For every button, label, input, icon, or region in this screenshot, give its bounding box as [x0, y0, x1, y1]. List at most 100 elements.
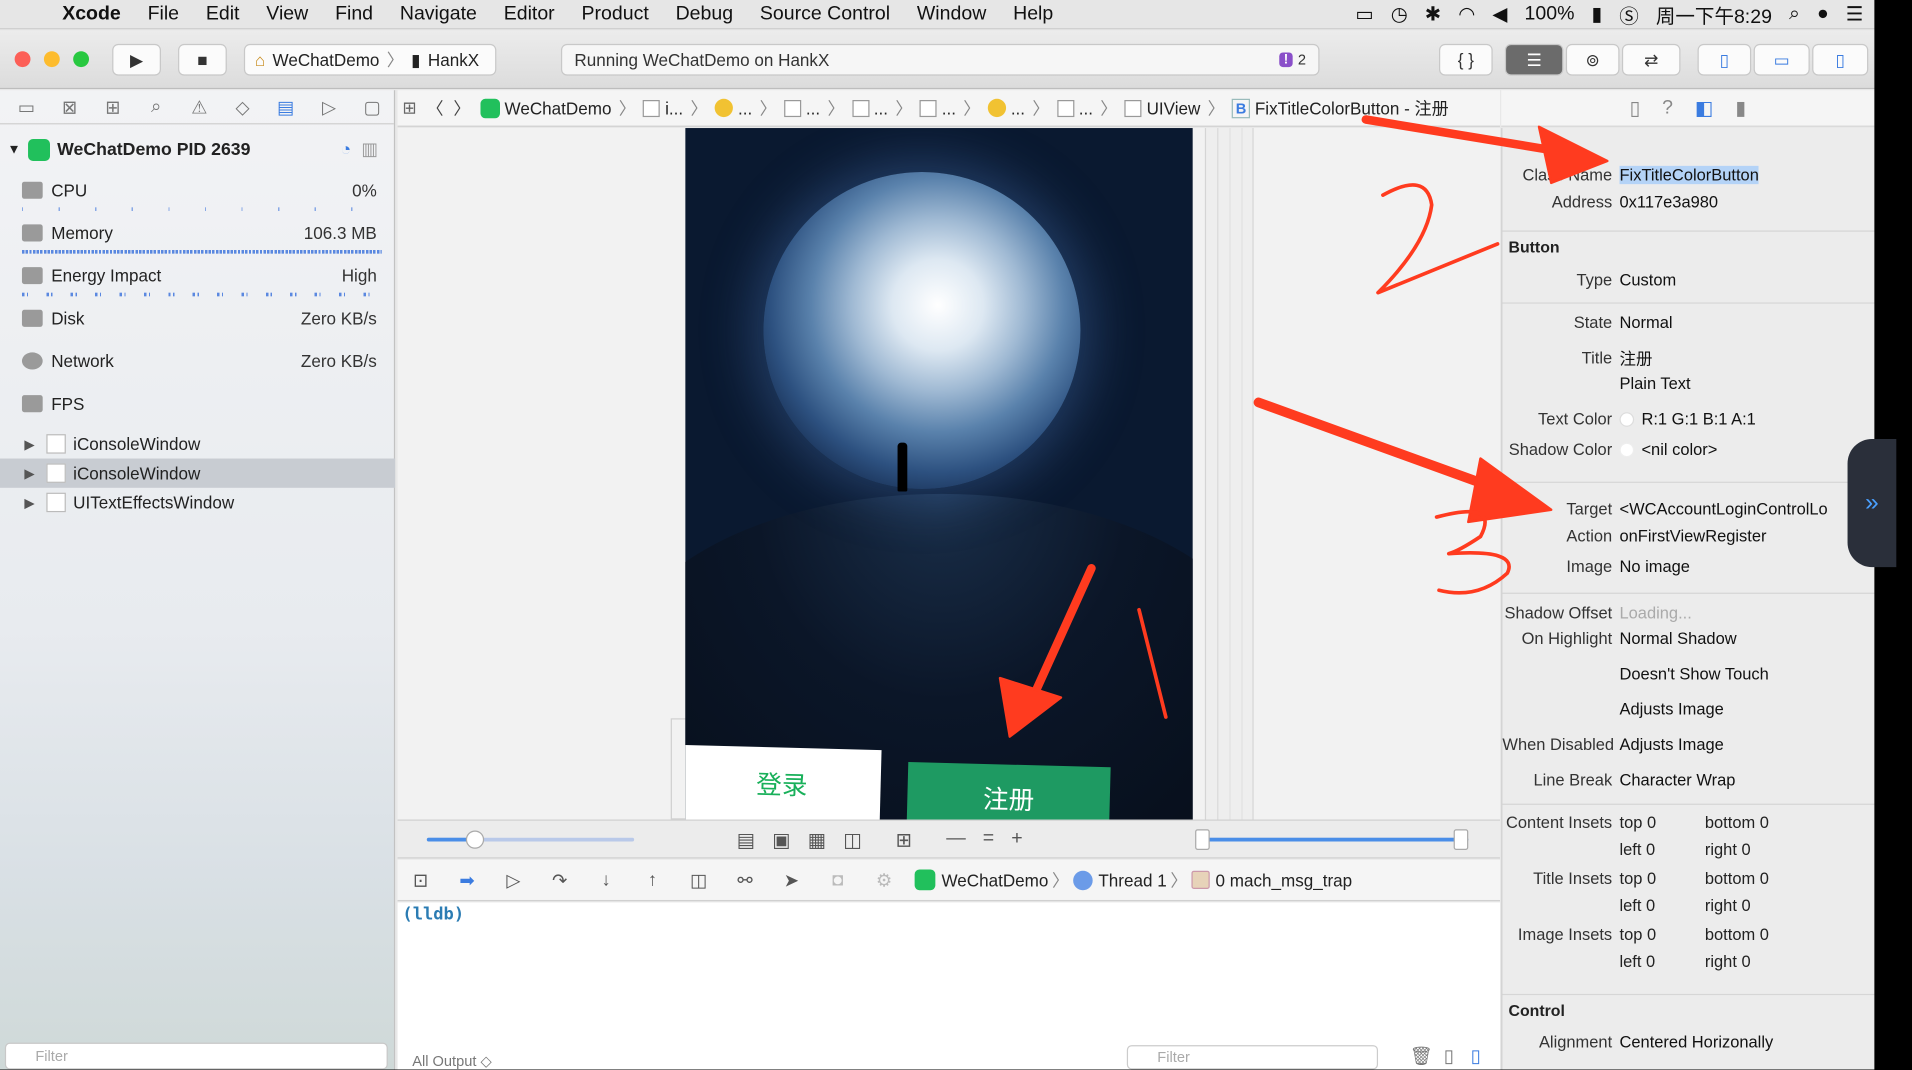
constraints-icon[interactable]: ⊞ — [896, 828, 912, 852]
hierarchy-icon[interactable]: ⊞ — [91, 96, 134, 118]
menu-editor[interactable]: Editor — [490, 3, 568, 25]
view-debugger-canvas[interactable]: 登录 注册 — [397, 128, 1500, 820]
bluetooth-icon[interactable]: ✱ — [1425, 2, 1441, 26]
memory-graph-icon[interactable]: ⚯ — [722, 869, 768, 891]
breakpoints-toggle-icon[interactable]: ➡ — [444, 869, 490, 891]
time-machine-icon[interactable]: ◷ — [1391, 2, 1408, 26]
crumb-app[interactable]: WeChatDemo — [475, 98, 616, 118]
app-s-icon[interactable]: Ⓢ — [1619, 0, 1639, 29]
menu-product[interactable]: Product — [568, 3, 662, 25]
scheme-selector[interactable]: ⌂ WeChatDemo 〉 ▮ HankX — [243, 43, 497, 76]
battery-label[interactable]: 100% — [1525, 4, 1575, 26]
output-selector[interactable]: All Output ◇ — [412, 1052, 492, 1069]
debug-view-hierarchy-icon[interactable]: ◫ — [676, 869, 722, 891]
continue-icon[interactable]: ▷ — [490, 869, 536, 891]
gauge-icon[interactable]: ◔ — [341, 140, 352, 160]
camera-icon[interactable]: ◘ — [815, 870, 861, 891]
adjusts-image-value[interactable]: Adjusts Image — [1619, 699, 1723, 717]
zoom-out-icon[interactable]: — — [946, 828, 966, 852]
size-inspector-icon[interactable]: ▮ — [1735, 96, 1746, 120]
object-inspector-icon[interactable]: ◧ — [1695, 96, 1713, 120]
battery-icon[interactable]: ▮ — [1591, 2, 1602, 26]
menu-edit[interactable]: Edit — [192, 3, 252, 25]
frames-icon[interactable]: ▣ — [772, 828, 790, 852]
simulate-location-icon[interactable]: ➤ — [768, 869, 814, 891]
crumb-uiview[interactable]: UIView — [1120, 98, 1205, 118]
zoom-in-icon[interactable]: + — [1011, 828, 1022, 852]
issue-icon[interactable]: ⚠ — [178, 96, 221, 118]
notification-center-icon[interactable]: ☰ — [1846, 2, 1863, 26]
split-left-icon[interactable]: ▯ — [1444, 1045, 1454, 1067]
orientation-icon[interactable]: ◫ — [843, 828, 861, 852]
library-button[interactable]: { } — [1439, 43, 1493, 76]
menu-find[interactable]: Find — [322, 3, 387, 25]
stop-button[interactable]: ■ — [178, 43, 227, 76]
close-window-button[interactable] — [14, 51, 31, 68]
app-screen-preview[interactable]: 登录 注册 — [685, 128, 1193, 820]
minimize-window-button[interactable] — [43, 51, 60, 68]
address-value[interactable]: 0x117e3a980 — [1619, 192, 1718, 210]
crumb-5[interactable]: ... — [915, 98, 961, 118]
test-icon[interactable]: ◇ — [221, 96, 264, 118]
crumb-4[interactable]: ... — [847, 98, 893, 118]
debug-crumb-app[interactable]: WeChatDemo — [914, 869, 1048, 891]
split-right-icon[interactable]: ▯ — [1471, 1045, 1481, 1067]
disclosure-right-icon[interactable]: ▶ — [24, 465, 41, 481]
layout-icon[interactable]: ▤ — [737, 828, 755, 852]
action-value[interactable]: onFirstViewRegister — [1619, 526, 1766, 544]
step-into-icon[interactable]: ↓ — [583, 870, 629, 891]
debug-navigator-icon[interactable]: ▤ — [264, 96, 307, 118]
disclosure-down-icon[interactable]: ▼ — [7, 143, 20, 158]
menu-help[interactable]: Help — [1000, 3, 1067, 25]
toggle-inspector-button[interactable]: ▯ — [1812, 43, 1869, 76]
expand-panel-button[interactable]: » — [1847, 439, 1897, 568]
wifi-icon[interactable]: ◠ — [1458, 2, 1475, 26]
tree-item-uitexteffectswindow[interactable]: ▶ UITextEffectsWindow — [0, 488, 395, 517]
range-slider[interactable] — [1195, 829, 1469, 850]
alignment-value[interactable]: Centered Horizonally — [1619, 1032, 1773, 1050]
on-highlight-value[interactable]: Normal Shadow — [1619, 629, 1736, 647]
report-icon[interactable]: ▢ — [351, 96, 394, 118]
folder-icon[interactable]: ▭ — [5, 96, 48, 118]
step-out-icon[interactable]: ↑ — [629, 870, 675, 891]
register-button-preview[interactable]: 注册 — [906, 761, 1111, 820]
crumb-7[interactable]: ... — [1052, 98, 1098, 118]
debug-crumb-thread[interactable]: Thread 1 — [1072, 870, 1167, 890]
target-value[interactable]: <WCAccountLoginControlLo — [1619, 499, 1827, 517]
toggle-navigator-button[interactable]: ▯ — [1697, 43, 1752, 76]
crumb-6[interactable]: ... — [983, 98, 1030, 118]
clock[interactable]: 周一下午8:29 — [1656, 0, 1772, 29]
trash-icon[interactable]: 🗑 — [1410, 1045, 1433, 1067]
forward-button[interactable]: 〉 — [448, 96, 475, 120]
standard-editor-button[interactable]: ☰ — [1504, 43, 1564, 76]
title-kind-value[interactable]: Plain Text — [1619, 374, 1690, 392]
spotlight-icon[interactable]: ⌕ — [1789, 4, 1800, 26]
touch-value[interactable]: Doesn't Show Touch — [1619, 664, 1768, 682]
process-row[interactable]: ▼ WeChatDemo PID 2639 ◔ ▥ — [7, 139, 387, 161]
source-control-icon[interactable]: ⊠ — [48, 96, 91, 118]
zoom-window-button[interactable] — [73, 51, 90, 68]
image-value[interactable]: No image — [1619, 557, 1689, 575]
debug-crumb-frame[interactable]: 0 mach_msg_trap — [1191, 870, 1352, 890]
slider-knob[interactable] — [465, 830, 485, 849]
crumb-2[interactable]: ... — [710, 98, 757, 118]
crumb-3[interactable]: ... — [779, 98, 825, 118]
menu-source-control[interactable]: Source Control — [747, 3, 904, 25]
title-value[interactable]: 注册 — [1619, 345, 1652, 369]
version-editor-button[interactable]: ⇄ — [1621, 43, 1681, 76]
login-button-preview[interactable]: 登录 — [685, 744, 882, 820]
when-disabled-value[interactable]: Adjusts Image — [1619, 735, 1723, 753]
menu-window[interactable]: Window — [903, 3, 999, 25]
search-icon[interactable]: ⌕ — [135, 96, 178, 117]
disclosure-right-icon[interactable]: ▶ — [24, 495, 41, 511]
hide-debug-area-icon[interactable]: ⊡ — [398, 869, 444, 891]
crumb-selected[interactable]: B FixTitleColorButton - 注册 — [1227, 96, 1453, 120]
warning-badge[interactable]: ! 2 — [1278, 51, 1306, 68]
clipping-icon[interactable]: ▦ — [808, 828, 826, 852]
step-over-icon[interactable]: ↷ — [537, 869, 583, 891]
toggle-debug-area-button[interactable]: ▭ — [1753, 43, 1810, 76]
environment-overrides-icon[interactable]: ⚙ — [861, 869, 907, 891]
line-break-value[interactable]: Character Wrap — [1619, 770, 1735, 788]
class-name-value[interactable]: FixTitleColorButton — [1619, 165, 1759, 184]
menu-view[interactable]: View — [253, 3, 322, 25]
